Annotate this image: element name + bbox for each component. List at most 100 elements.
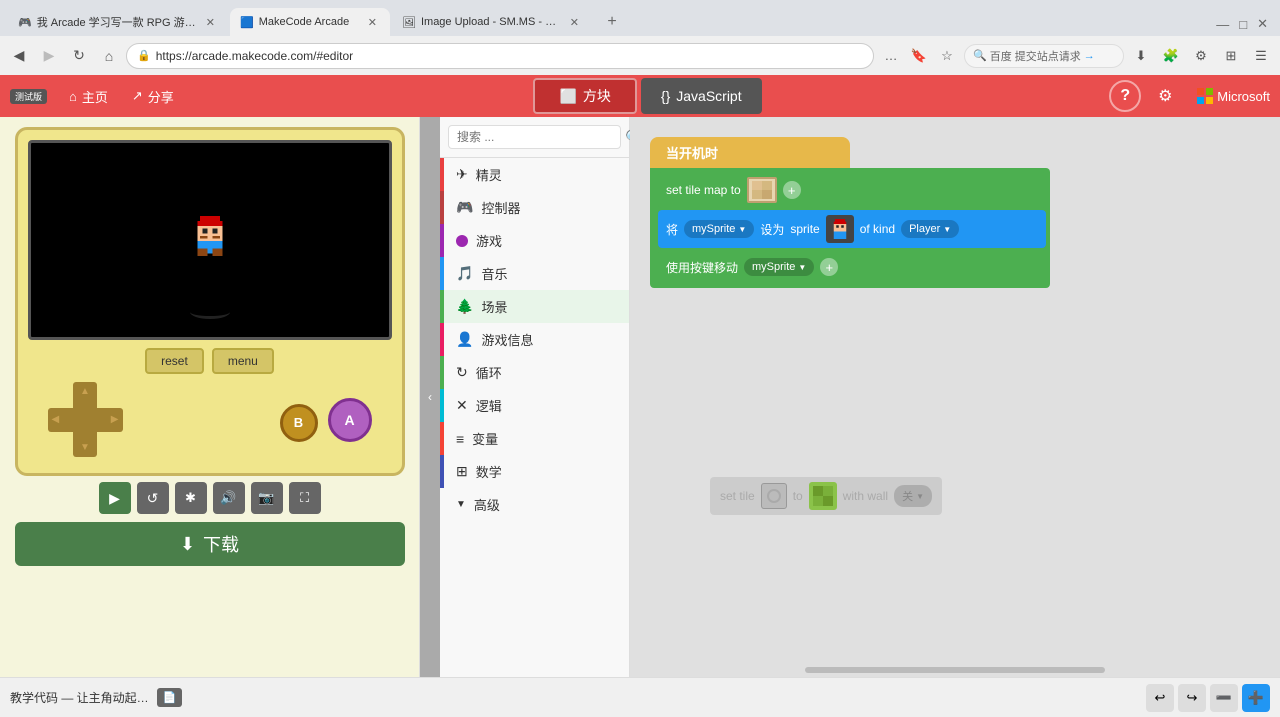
dropdown-arrow-3: ▼ (798, 263, 806, 272)
event-block[interactable]: 当开机时 (650, 137, 850, 168)
share-button[interactable]: ↗ 分享 (120, 83, 186, 110)
category-loops[interactable]: ↻ 循环 (440, 356, 629, 389)
tab3-close[interactable]: ✕ (567, 15, 582, 30)
download-browser-button[interactable]: ⬇ (1128, 43, 1154, 69)
star-button[interactable]: ☆ (934, 43, 960, 69)
search-area: 🔍 (440, 117, 629, 158)
search-box[interactable]: 🔍 百度 提交站点请求 → (964, 44, 1124, 68)
maximize-icon[interactable]: □ (1235, 13, 1251, 36)
tab-3[interactable]: 🖼 Image Upload - SM.MS - Simp... ✕ (392, 8, 592, 36)
help-button[interactable]: ? (1109, 80, 1141, 112)
browser-settings-button[interactable]: ⚙ (1188, 43, 1214, 69)
js-mode-button[interactable]: {} JavaScript (641, 78, 762, 114)
category-logic[interactable]: ✕ 逻辑 (440, 389, 629, 422)
blocks-label: 方块 (583, 86, 611, 106)
sound-button[interactable]: 🔊 (213, 482, 245, 514)
redo-button[interactable]: ↪ (1178, 684, 1206, 712)
beta-badge: 测试版 (10, 89, 47, 104)
app-toolbar: 测试版 ⌂ 主页 ↗ 分享 ⬜ 方块 {} JavaScript ? ⚙ (0, 75, 1280, 117)
categories-list: ✈ 精灵 🎮 控制器 游戏 🎵 音乐 🌲 场景 (440, 158, 629, 677)
screenshot-button[interactable]: 📷 (251, 482, 283, 514)
settings-button[interactable]: ⚙ (1149, 80, 1181, 112)
forward-button[interactable]: ▶ (36, 43, 62, 69)
tab2-label: MakeCode Arcade (259, 16, 360, 28)
new-tab-button[interactable]: + (598, 8, 626, 36)
search-box-text: 百度 提交站点请求 (990, 48, 1081, 64)
category-scene[interactable]: 🌲 场景 (440, 290, 629, 323)
more-button[interactable]: … (878, 43, 904, 69)
reload-button[interactable]: ↻ (66, 43, 92, 69)
toolbar-right: ? ⚙ Microsoft (1109, 80, 1270, 112)
assign-sprite-block[interactable]: 将 mySprite ▼ 设为 sprite (658, 210, 1046, 248)
tilemap-add-btn[interactable]: + (783, 181, 801, 199)
home-button[interactable]: ⌂ (96, 43, 122, 69)
undo-button[interactable]: ↩ (1146, 684, 1174, 712)
h-scrollbar[interactable] (805, 667, 1105, 673)
set-tile-map-label: set tile map to (666, 183, 741, 197)
sprites-icon: ✈ (456, 166, 468, 183)
address-bar[interactable]: 🔒 https://arcade.makecode.com/#editor (126, 43, 874, 69)
category-info[interactable]: 👤 游戏信息 (440, 323, 629, 356)
tile-image-thumb[interactable] (809, 482, 837, 510)
search-input[interactable] (448, 125, 621, 149)
sprite-image-thumb[interactable] (826, 215, 854, 243)
category-math[interactable]: ⊞ 数学 (440, 455, 629, 488)
dpad-right-icon: ▶ (111, 414, 119, 425)
dropdown-arrow-wall: ▼ (916, 492, 924, 501)
search-box-icon: 🔍 (973, 49, 987, 62)
tilemap-thumb[interactable] (747, 177, 777, 203)
home-button-app[interactable]: ⌂ 主页 (57, 83, 120, 110)
back-button[interactable]: ◀ (6, 43, 32, 69)
bottom-right-controls: ↩ ↪ ➖ ➕ (1146, 684, 1270, 712)
category-controller[interactable]: 🎮 控制器 (440, 191, 629, 224)
close-window-icon[interactable]: ✕ (1253, 12, 1272, 36)
set-tile-block[interactable]: set tile to with wall (710, 477, 942, 515)
minimize-icon[interactable]: — (1212, 13, 1233, 36)
play-button[interactable]: ▶ (99, 482, 131, 514)
restart-button[interactable]: ↺ (137, 482, 169, 514)
sim-controls-bar: ▶ ↺ ✱ 🔊 📷 ⛶ (99, 482, 321, 514)
move-block[interactable]: 使用按键移动 mySprite ▼ + (658, 250, 1046, 284)
search-go-button[interactable]: → (1084, 50, 1095, 62)
tab-2[interactable]: 🟦 MakeCode Arcade ✕ (230, 8, 390, 36)
slow-button[interactable]: ✱ (175, 482, 207, 514)
reset-button[interactable]: reset (145, 348, 204, 374)
on-start-group: 当开机时 set tile map to (650, 137, 1050, 288)
sidebar-toggle[interactable]: ‹ (420, 117, 440, 677)
sidebar-browser-button[interactable]: ⊞ (1218, 43, 1244, 69)
btn-a[interactable]: A (328, 398, 372, 442)
tile-coord-thumb[interactable] (761, 483, 787, 509)
tab2-close[interactable]: ✕ (365, 15, 380, 30)
zoom-in-button[interactable]: ➕ (1242, 684, 1270, 712)
tab-1[interactable]: 🎮 我 Arcade 学习写一款 RPG 游戏 ... ✕ (8, 8, 228, 36)
fullscreen-button[interactable]: ⛶ (289, 482, 321, 514)
menu-button[interactable]: menu (212, 348, 274, 374)
lock-icon: 🔒 (137, 49, 151, 62)
tab1-close[interactable]: ✕ (203, 15, 218, 30)
category-variables[interactable]: ≡ 变量 (440, 422, 629, 455)
mysprite-dropdown[interactable]: mySprite ▼ (684, 220, 754, 238)
player-dropdown[interactable]: Player ▼ (901, 220, 959, 238)
browser-menu-button[interactable]: ☰ (1248, 43, 1274, 69)
js-label: JavaScript (676, 88, 741, 104)
move-sprite-dropdown[interactable]: mySprite ▼ (744, 258, 814, 276)
set-tilemap-block[interactable]: set tile map to + (658, 172, 1046, 208)
extensions-button[interactable]: 🧩 (1158, 43, 1184, 69)
download-button[interactable]: ⬇ 下载 (15, 522, 405, 566)
zoom-out-button[interactable]: ➖ (1210, 684, 1238, 712)
category-advanced[interactable]: ▼ 高级 (440, 488, 629, 521)
wall-dropdown[interactable]: 关 ▼ (894, 485, 932, 507)
category-music[interactable]: 🎵 音乐 (440, 257, 629, 290)
dpad-left-icon: ◀ (52, 414, 60, 425)
player-sprite (190, 216, 230, 256)
gamepad-row: ◀ ▶ ▲ ▼ B A (28, 382, 392, 457)
sprites-label: 精灵 (476, 165, 502, 184)
category-game[interactable]: 游戏 (440, 224, 629, 257)
tutorial-doc-button[interactable]: 📄 (157, 688, 183, 707)
btn-b[interactable]: B (280, 404, 318, 442)
blocks-mode-button[interactable]: ⬜ 方块 (533, 78, 636, 114)
browser-chrome: 🎮 我 Arcade 学习写一款 RPG 游戏 ... ✕ 🟦 MakeCode… (0, 0, 1280, 75)
move-add-btn[interactable]: + (820, 258, 838, 276)
category-sprites[interactable]: ✈ 精灵 (440, 158, 629, 191)
favorites-button[interactable]: 🔖 (906, 43, 932, 69)
